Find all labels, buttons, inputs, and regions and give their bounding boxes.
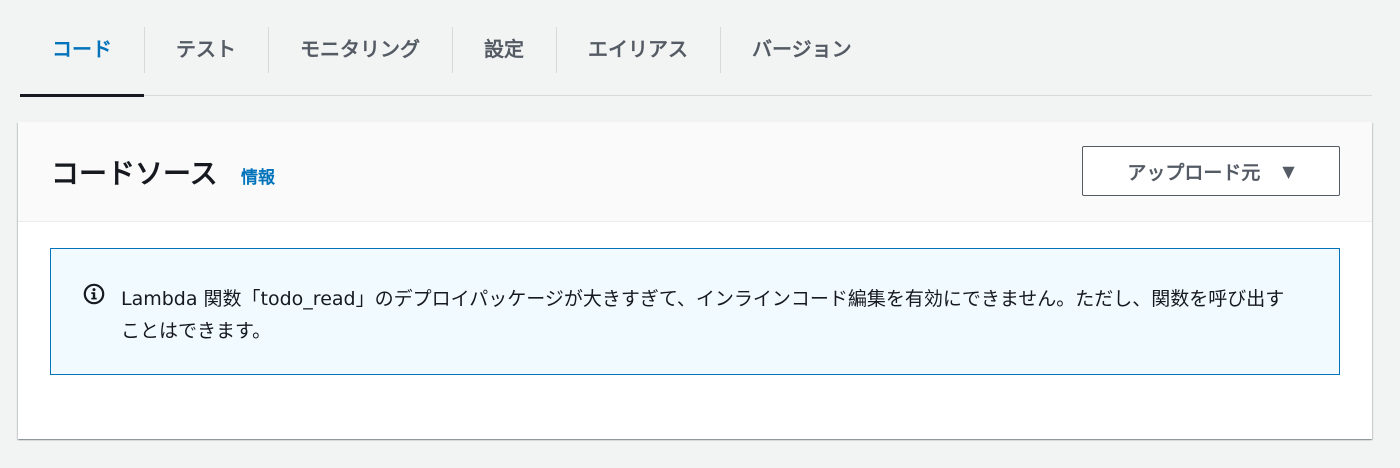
upload-from-button[interactable]: アップロード元 ▼ — [1082, 146, 1340, 196]
panel-header: コードソース 情報 アップロード元 ▼ — [18, 122, 1372, 222]
tab-aliases[interactable]: エイリアス — [556, 0, 720, 95]
tab-test[interactable]: テスト — [144, 0, 268, 95]
info-icon — [83, 283, 105, 305]
caret-down-icon: ▼ — [1282, 161, 1295, 181]
panel-title: コードソース — [51, 157, 218, 190]
code-source-panel: コードソース 情報 アップロード元 ▼ Lambda 関数「todo_read」… — [18, 122, 1372, 439]
tab-versions[interactable]: バージョン — [720, 0, 884, 95]
tab-configuration[interactable]: 設定 — [452, 0, 556, 95]
info-link[interactable]: 情報 — [241, 163, 275, 188]
alert-message: Lambda 関数「todo_read」のデプロイパッケージが大きすぎて、インラ… — [121, 288, 1285, 342]
info-alert: Lambda 関数「todo_read」のデプロイパッケージが大きすぎて、インラ… — [50, 248, 1340, 375]
tab-monitoring[interactable]: モニタリング — [268, 0, 452, 95]
upload-from-label: アップロード元 — [1127, 161, 1261, 184]
tab-bar: コード テスト モニタリング 設定 エイリアス バージョン — [20, 0, 1372, 97]
tab-code[interactable]: コード — [20, 0, 144, 97]
